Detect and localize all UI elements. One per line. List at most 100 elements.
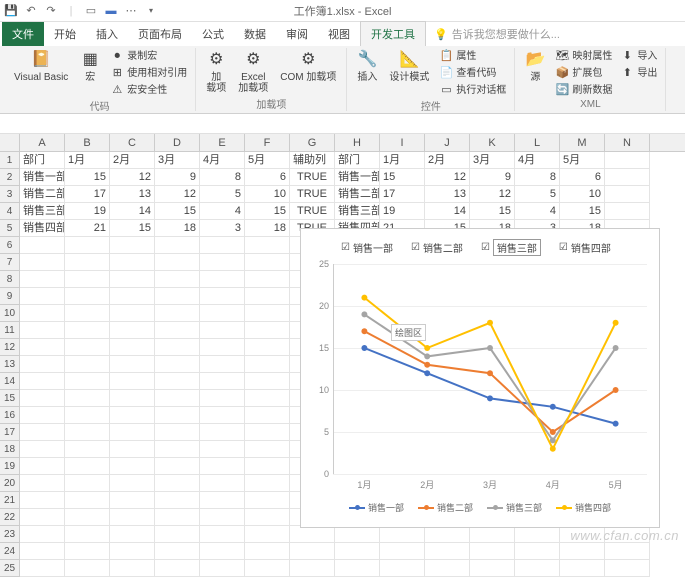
cell[interactable]: 15: [560, 203, 605, 220]
cell[interactable]: [155, 458, 200, 475]
chart-series-checkbox[interactable]: ☑销售四部: [559, 240, 611, 255]
cell[interactable]: [65, 526, 110, 543]
chart-series-checkbox[interactable]: ☑销售一部: [341, 240, 393, 255]
cell[interactable]: 12: [470, 186, 515, 203]
cell[interactable]: 15: [245, 203, 290, 220]
col-header[interactable]: C: [110, 134, 155, 151]
row-header[interactable]: 19: [0, 458, 20, 475]
relative-ref-button[interactable]: ⊞使用相对引用: [108, 65, 189, 81]
cell[interactable]: [20, 373, 65, 390]
col-header[interactable]: K: [470, 134, 515, 151]
col-header[interactable]: N: [605, 134, 650, 151]
embedded-chart[interactable]: ☑销售一部☑销售二部☑销售三部☑销售四部 0510152025 绘图区 1月2月…: [300, 228, 660, 528]
cell[interactable]: [155, 356, 200, 373]
cell[interactable]: [245, 339, 290, 356]
cell[interactable]: 8: [200, 169, 245, 186]
cell[interactable]: [20, 424, 65, 441]
cell[interactable]: [380, 560, 425, 577]
cell[interactable]: [245, 254, 290, 271]
export-button[interactable]: ⬆导出: [618, 65, 659, 81]
row-header[interactable]: 12: [0, 339, 20, 356]
cell[interactable]: 15: [155, 203, 200, 220]
cell[interactable]: [20, 356, 65, 373]
row-header[interactable]: 17: [0, 424, 20, 441]
properties-button[interactable]: 📋属性: [437, 48, 508, 64]
cell[interactable]: 5月: [560, 152, 605, 169]
cell[interactable]: [110, 458, 155, 475]
cell[interactable]: [65, 475, 110, 492]
cell[interactable]: [245, 373, 290, 390]
cell[interactable]: 8: [515, 169, 560, 186]
cell[interactable]: [155, 373, 200, 390]
com-addins-button[interactable]: ⚙COM 加载项: [276, 48, 340, 85]
cell[interactable]: [65, 305, 110, 322]
row-header[interactable]: 8: [0, 271, 20, 288]
cell[interactable]: [20, 288, 65, 305]
cell[interactable]: [245, 458, 290, 475]
cell[interactable]: 销售二部: [20, 186, 65, 203]
cell[interactable]: 辅助列: [290, 152, 335, 169]
cell[interactable]: 销售一部: [335, 169, 380, 186]
row-header[interactable]: 5: [0, 220, 20, 237]
cell[interactable]: [200, 356, 245, 373]
cell[interactable]: [20, 305, 65, 322]
cell[interactable]: [200, 305, 245, 322]
cell[interactable]: 14: [110, 203, 155, 220]
cell[interactable]: [65, 373, 110, 390]
cell[interactable]: 4: [515, 203, 560, 220]
cell[interactable]: 12: [155, 186, 200, 203]
cell[interactable]: [20, 271, 65, 288]
import-button[interactable]: ⬇导入: [618, 48, 659, 64]
row-header[interactable]: 21: [0, 492, 20, 509]
cell[interactable]: [560, 560, 605, 577]
cell[interactable]: [515, 526, 560, 543]
cell[interactable]: [155, 492, 200, 509]
redo-icon[interactable]: ↷: [44, 4, 58, 18]
col-header[interactable]: M: [560, 134, 605, 151]
cell[interactable]: [65, 441, 110, 458]
cell[interactable]: [470, 560, 515, 577]
cell[interactable]: 14: [425, 203, 470, 220]
cell[interactable]: [110, 509, 155, 526]
cell[interactable]: 21: [65, 220, 110, 237]
excel-addins-button[interactable]: ⚙Excel 加载项: [234, 48, 272, 96]
cell[interactable]: [470, 526, 515, 543]
cell[interactable]: 12: [110, 169, 155, 186]
cell[interactable]: [245, 543, 290, 560]
select-all-corner[interactable]: [0, 134, 20, 151]
cell[interactable]: 10: [245, 186, 290, 203]
legend-item[interactable]: 销售三部: [487, 501, 542, 514]
cell[interactable]: [20, 322, 65, 339]
cell[interactable]: [65, 509, 110, 526]
cell[interactable]: [65, 390, 110, 407]
cell[interactable]: [20, 458, 65, 475]
cell[interactable]: [335, 526, 380, 543]
cell[interactable]: [245, 475, 290, 492]
xml-source-button[interactable]: 📂源: [521, 48, 549, 85]
undo-icon[interactable]: ↶: [24, 4, 38, 18]
cell[interactable]: 3月: [155, 152, 200, 169]
cell[interactable]: [20, 441, 65, 458]
cell[interactable]: [20, 475, 65, 492]
cell[interactable]: 1月: [380, 152, 425, 169]
cell[interactable]: 17: [65, 186, 110, 203]
visual-basic-button[interactable]: 📔Visual Basic: [10, 48, 72, 85]
cell[interactable]: TRUE: [290, 169, 335, 186]
cell[interactable]: 4: [200, 203, 245, 220]
cell[interactable]: [515, 560, 560, 577]
cell[interactable]: [200, 424, 245, 441]
cell[interactable]: [155, 509, 200, 526]
cell[interactable]: [155, 390, 200, 407]
cell[interactable]: [65, 322, 110, 339]
cell[interactable]: 5: [515, 186, 560, 203]
cell[interactable]: [20, 509, 65, 526]
col-header[interactable]: F: [245, 134, 290, 151]
cell[interactable]: [110, 356, 155, 373]
row-header[interactable]: 16: [0, 407, 20, 424]
cell[interactable]: [155, 237, 200, 254]
cell[interactable]: [155, 254, 200, 271]
cell[interactable]: [200, 271, 245, 288]
cell[interactable]: [245, 407, 290, 424]
cell[interactable]: 6: [245, 169, 290, 186]
record-macro-button[interactable]: ⏺录制宏: [108, 48, 189, 64]
